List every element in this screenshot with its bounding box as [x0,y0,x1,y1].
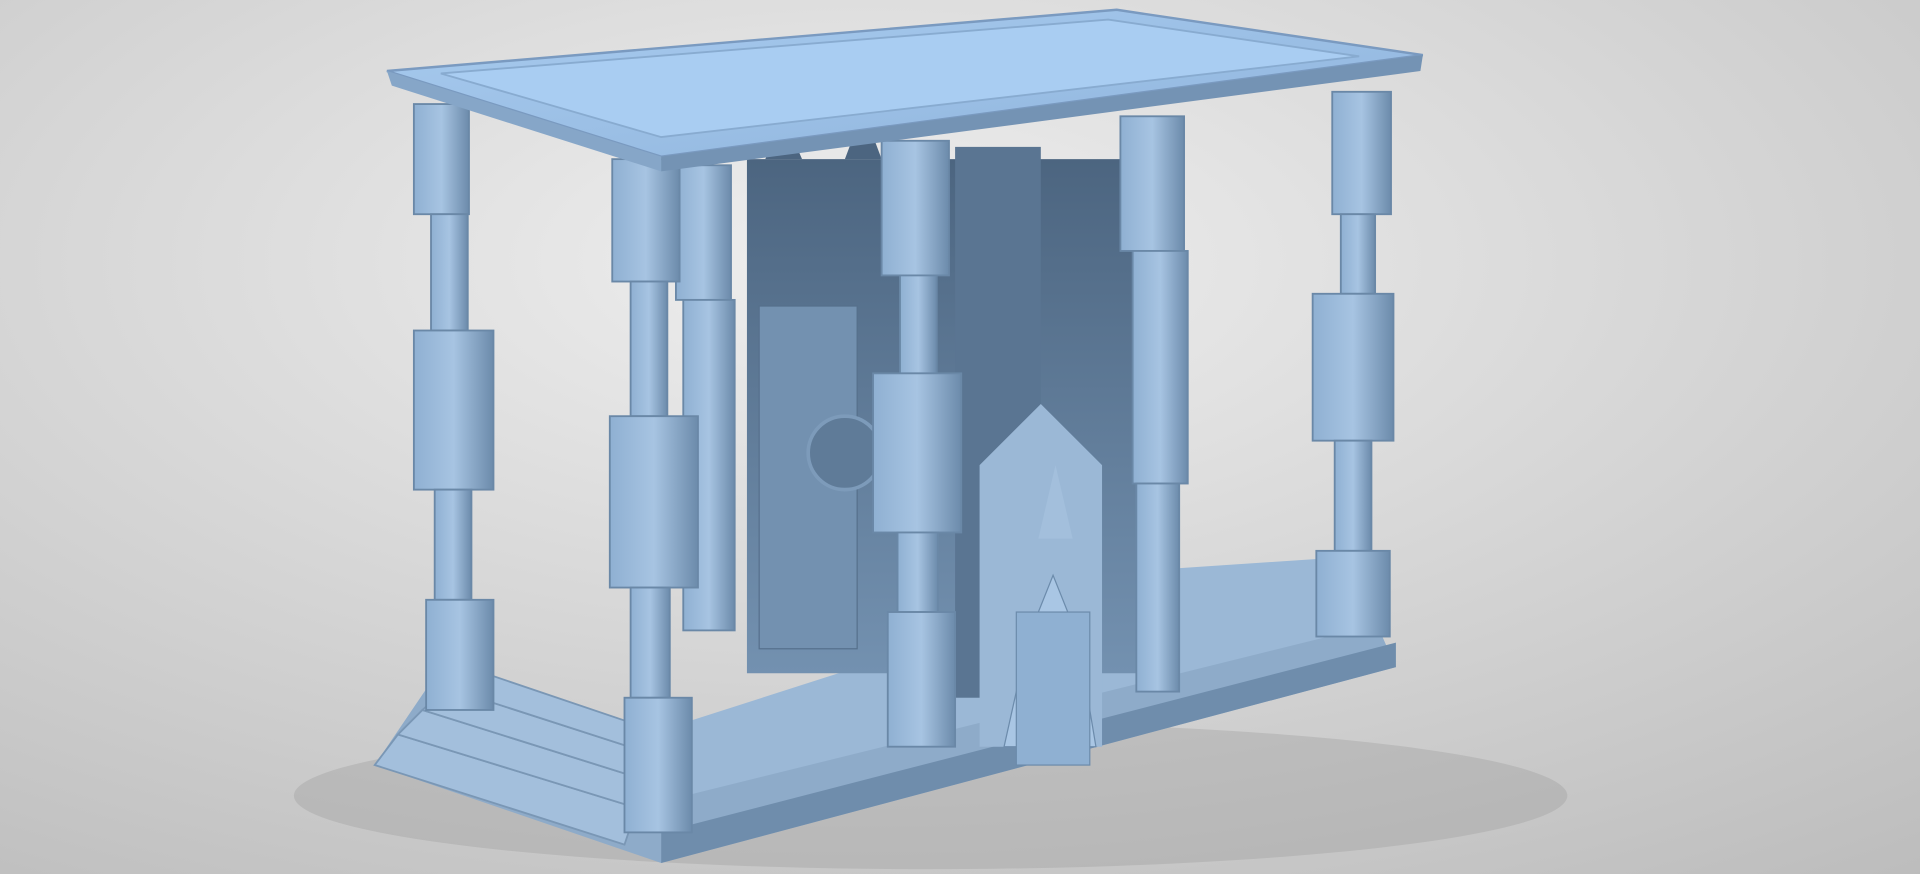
render-canvas [0,0,1920,874]
